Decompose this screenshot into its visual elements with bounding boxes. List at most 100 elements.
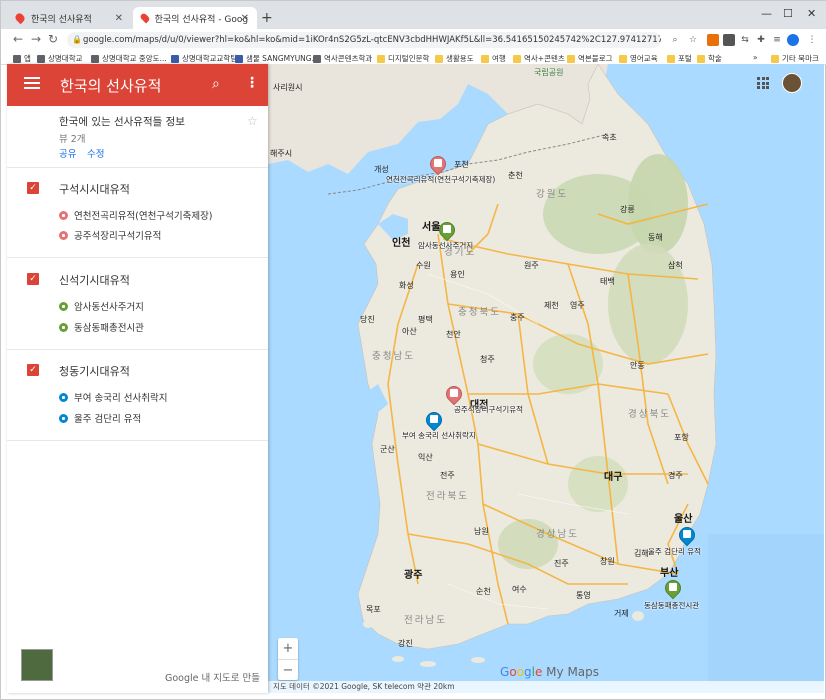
layer-checkbox[interactable]: ✓ <box>27 182 39 194</box>
map-marker-amsa[interactable] <box>435 218 459 242</box>
tab-1-title: 한국의 선사유적 <box>31 14 92 25</box>
province-label: 경상남도 <box>536 529 579 540</box>
bookmark-item[interactable]: 상명대학교교학팀 <box>171 53 237 64</box>
bookmark-folder[interactable]: 디지털인문학 <box>377 53 429 64</box>
place-label: 해주시 <box>270 149 293 158</box>
bookmark-item[interactable]: 샘물 SANGMYUNG... <box>235 53 319 64</box>
bookmark-folder[interactable]: 역본블로그 <box>567 53 613 64</box>
star-icon[interactable]: ☆ <box>247 114 258 128</box>
bookmark-folder[interactable]: 영어교육 <box>619 53 658 64</box>
bookmark-folder[interactable]: 역사+콘텐츠 <box>513 53 565 64</box>
map-marker-buyeo[interactable] <box>422 408 446 432</box>
map-canvas[interactable]: 사리원시 해주시 개성 포천 국립공원 서울 인천 수원 용인 화성 춘천 강원… <box>268 64 824 693</box>
bookmark-folder[interactable]: 여행 <box>481 53 506 64</box>
province-label: 경상북도 <box>628 409 671 420</box>
back-icon[interactable]: ← <box>13 32 23 46</box>
place-label: 거제 <box>614 609 629 618</box>
close-window-icon[interactable]: ✕ <box>807 7 816 20</box>
map-marker-gongju[interactable] <box>442 382 466 406</box>
maximize-icon[interactable]: ☐ <box>783 7 793 20</box>
minimize-icon[interactable]: — <box>761 7 772 20</box>
forward-icon[interactable]: → <box>31 32 41 46</box>
marker-label: 울주 검단리 유적 <box>648 547 702 556</box>
site-icon <box>313 54 321 63</box>
list-item[interactable]: 울주 검단리 유적 <box>59 411 141 425</box>
menu-dots-icon[interactable]: ⋮ <box>806 34 818 46</box>
avatar[interactable] <box>782 73 802 93</box>
basemap-thumbnail[interactable] <box>21 649 53 681</box>
item-label: 연천전곡리유적(연천구석기축제장) <box>74 211 213 222</box>
map-marker-ulju[interactable] <box>675 523 699 547</box>
layer-checkbox[interactable]: ✓ <box>27 364 39 376</box>
place-label: 천안 <box>446 330 461 339</box>
bookmark-item[interactable]: 역사콘텐츠학과 <box>313 53 372 64</box>
zoom-out-button[interactable]: − <box>278 660 298 681</box>
extension-icon[interactable] <box>707 34 719 46</box>
map-marker-dongsam[interactable] <box>661 576 685 600</box>
place-label: 청주 <box>480 355 495 364</box>
list-item[interactable]: 공주석장리구석기유적 <box>59 228 161 242</box>
reload-icon[interactable]: ↻ <box>48 32 58 46</box>
bookmark-star-icon[interactable]: ☆ <box>687 34 699 46</box>
province-label: 충청남도 <box>372 351 415 362</box>
more-options-icon[interactable]: ⋮ <box>245 75 259 91</box>
list-item[interactable]: 암사동선사주거지 <box>59 299 144 313</box>
view-count: 뷰 2개 <box>59 134 86 145</box>
close-tab-icon[interactable]: ✕ <box>115 13 123 24</box>
layer-checkbox[interactable]: ✓ <box>27 273 39 285</box>
apps-grid-icon[interactable] <box>757 77 769 89</box>
profile-icon[interactable] <box>787 34 799 46</box>
close-tab-icon[interactable]: ✕ <box>241 13 249 24</box>
place-label: 강진 <box>398 639 413 648</box>
tab-strip: 한국의 선사유적 ✕ 한국의 선사유적 - Google 내 지 ✕ + — ☐… <box>1 1 826 29</box>
extension-icon[interactable] <box>723 34 735 46</box>
search-icon[interactable]: ⌕ <box>669 34 681 46</box>
bookmark-item[interactable]: 상명대학교 중앙도... <box>91 53 167 64</box>
province-label: 충청북도 <box>458 307 501 318</box>
divider <box>7 349 268 350</box>
playlist-icon[interactable]: ≡ <box>771 34 783 46</box>
new-tab-icon[interactable]: + <box>261 10 273 26</box>
folder-icon <box>377 54 385 63</box>
divider <box>7 257 268 258</box>
list-item[interactable]: 동삼동패총전시관 <box>59 320 144 334</box>
place-label: 안동 <box>630 361 645 370</box>
share-link[interactable]: 공유 <box>59 146 76 160</box>
place-label: 아산 <box>402 327 417 336</box>
marker-icon <box>59 392 68 402</box>
bookmark-apps[interactable]: 앱 <box>13 53 31 64</box>
puzzle-icon[interactable]: ✚ <box>755 34 767 46</box>
marker-icon <box>59 413 68 423</box>
bookmark-item[interactable]: 상명대학교 <box>37 53 83 64</box>
zoom-in-button[interactable]: + <box>278 638 298 659</box>
place-label: 태백 <box>600 277 615 286</box>
book-icon <box>430 415 438 423</box>
bookmark-folder[interactable]: 포털 <box>667 53 692 64</box>
zoom-control: + − <box>278 638 298 680</box>
address-bar[interactable]: 🔒 google.com/maps/d/u/0/viewer?hl=ko&hl=… <box>67 32 661 48</box>
bookmark-folder[interactable]: 학술 <box>697 53 722 64</box>
bookmark-folder[interactable]: 기타 북마크 <box>771 53 819 64</box>
list-item[interactable]: 부여 송국리 선사취락지 <box>59 390 167 404</box>
place-label: 대구 <box>604 472 623 483</box>
menu-icon[interactable] <box>24 77 40 89</box>
bookmarks-overflow[interactable]: » <box>753 53 758 62</box>
tab-2[interactable]: 한국의 선사유적 - Google 내 지 ✕ <box>133 7 257 29</box>
map-title: 한국의 선사유적 <box>60 77 162 95</box>
place-label: 통영 <box>576 591 591 600</box>
extension-icon[interactable]: ⇆ <box>739 34 751 46</box>
tab-1[interactable]: 한국의 선사유적 ✕ <box>7 7 131 29</box>
create-map-link[interactable]: Google 내 지도로 만들 <box>165 670 260 684</box>
edit-link[interactable]: 수정 <box>87 146 104 160</box>
place-label: 수원 <box>416 261 431 270</box>
folder-icon <box>435 54 443 63</box>
layer-name: 구석시시대유적 <box>59 183 130 196</box>
item-label: 동삼동패총전시관 <box>74 323 144 334</box>
list-item[interactable]: 연천전곡리유적(연천구석기축제장) <box>59 208 213 222</box>
map-marker-yeoncheon[interactable] <box>426 152 450 176</box>
place-label: 국립공원 <box>534 68 564 77</box>
marker-icon <box>59 230 68 240</box>
place-label: 부산 <box>660 568 679 579</box>
bookmark-folder[interactable]: 생활용도 <box>435 53 474 64</box>
search-icon[interactable]: ⌕ <box>212 76 220 92</box>
